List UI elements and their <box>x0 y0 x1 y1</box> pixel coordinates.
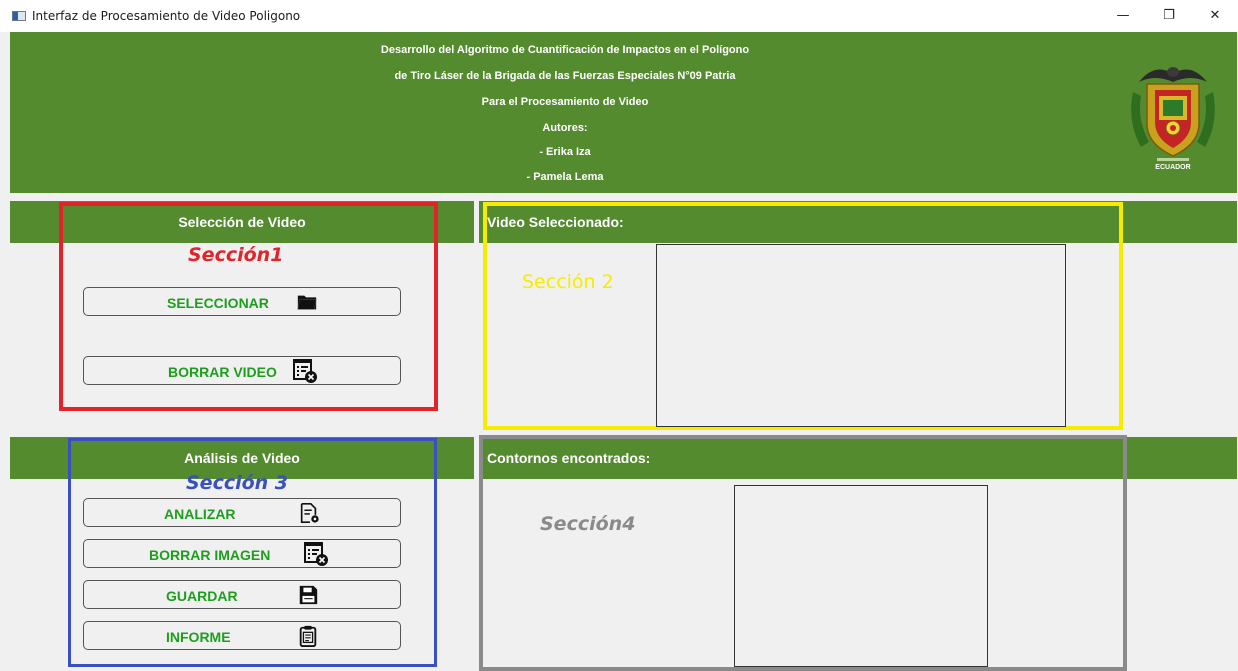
author-1: - Erika Iza <box>539 146 591 158</box>
header-banner: Desarrollo del Algoritmo de Cuantificaci… <box>10 32 1237 193</box>
clipboard-icon <box>299 625 317 647</box>
contours-preview-frame <box>734 485 988 667</box>
analyze-label: ANALIZAR <box>164 506 236 522</box>
floppy-disk-icon <box>299 585 318 605</box>
title-bar: Interfaz de Procesamiento de Video Polig… <box>0 0 1238 32</box>
section3-label: Sección 3 <box>186 472 289 494</box>
report-button[interactable]: INFORME <box>83 621 401 650</box>
analyze-button[interactable]: ANALIZAR <box>83 498 401 527</box>
app-icon <box>12 11 26 21</box>
section2-label: Sección 2 <box>522 271 614 293</box>
minimize-button[interactable]: — <box>1100 2 1146 30</box>
folder-icon <box>297 295 317 310</box>
report-label: INFORME <box>166 629 231 645</box>
header-title-line-1: Desarrollo del Algoritmo de Cuantificaci… <box>380 44 750 56</box>
select-video-label: SELECCIONAR <box>167 295 269 311</box>
save-label: GUARDAR <box>166 588 238 604</box>
author-2: - Pamela Lema <box>526 171 604 183</box>
save-button[interactable]: GUARDAR <box>83 580 401 609</box>
authors-heading: Autores: <box>542 122 588 134</box>
delete-list-icon <box>304 542 328 566</box>
ecuador-crest-logo: ECUADOR <box>1131 67 1215 171</box>
app-window: Interfaz de Procesamiento de Video Polig… <box>0 0 1238 671</box>
header-title-line-2: de Tiro Láser de la Brigada de las Fuerz… <box>394 70 736 82</box>
select-video-button[interactable]: SELECCIONAR <box>83 287 401 316</box>
delete-image-label: BORRAR IMAGEN <box>149 547 271 563</box>
section4-label: Sección4 <box>540 513 636 535</box>
document-settings-icon <box>300 503 319 523</box>
header-subtitle: Para el Procesamiento de Video <box>481 96 649 108</box>
section1-label: Sección1 <box>188 244 284 266</box>
crest-text: ECUADOR <box>1155 164 1190 171</box>
delete-list-icon <box>293 359 317 383</box>
delete-video-button[interactable]: BORRAR VIDEO <box>83 356 401 385</box>
video-preview-frame <box>656 244 1066 427</box>
delete-video-label: BORRAR VIDEO <box>168 364 277 380</box>
delete-image-button[interactable]: BORRAR IMAGEN <box>83 539 401 568</box>
window-title: Interfaz de Procesamiento de Video Polig… <box>32 9 301 23</box>
restore-button[interactable]: ❐ <box>1146 2 1192 30</box>
close-button[interactable]: ✕ <box>1192 2 1238 30</box>
